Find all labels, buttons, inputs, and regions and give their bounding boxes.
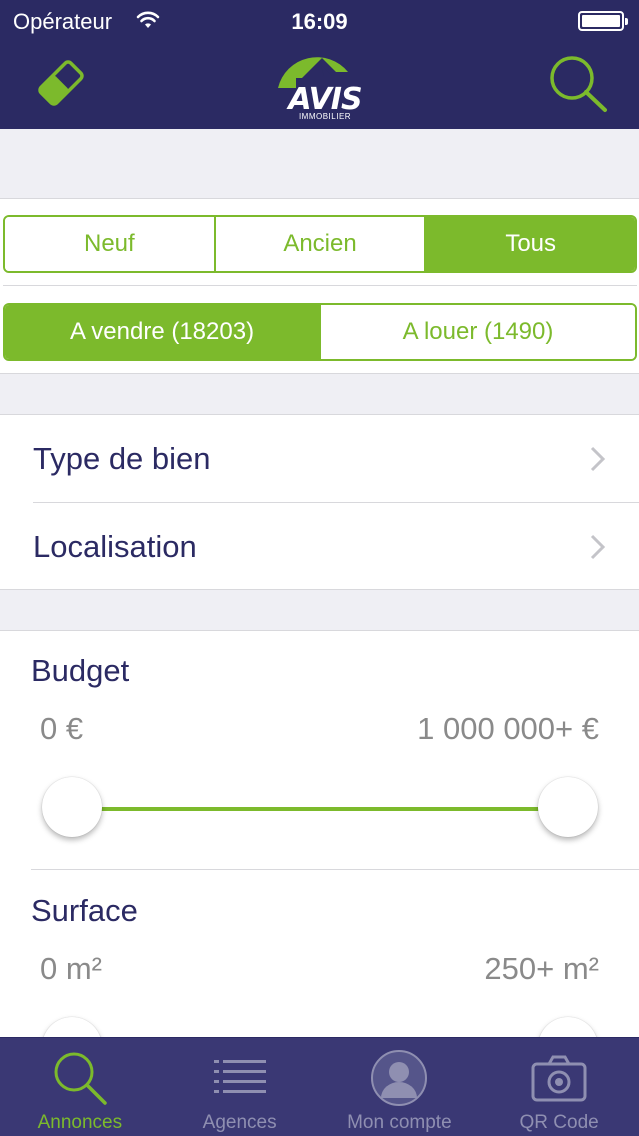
transaction-type-segment: A vendre (18203) A louer (1490) (3, 303, 637, 361)
camera-icon (531, 1055, 587, 1102)
chevron-right-icon (590, 534, 606, 560)
tab-label: QR Code (519, 1112, 599, 1133)
surface-title: Surface (31, 893, 138, 928)
range-filters: Budget 0 € 1 000 000+ € Surface 0 m² 250… (0, 630, 639, 1077)
eraser-icon (38, 60, 84, 106)
segment-tous[interactable]: Tous (424, 217, 635, 271)
transaction-filters: Neuf Ancien Tous A vendre (18203) A loue… (0, 198, 639, 374)
list-item-label: Type de bien (33, 441, 211, 476)
budget-min-handle[interactable] (42, 777, 102, 837)
tab-annonces[interactable]: Annonces (0, 1038, 160, 1136)
budget-title: Budget (31, 653, 130, 688)
project-type-segment: Neuf Ancien Tous (3, 215, 637, 273)
chevron-right-icon (590, 446, 606, 472)
list-item-localisation[interactable]: Localisation (0, 503, 639, 590)
list-item-label: Localisation (33, 529, 197, 564)
search-icon (550, 56, 607, 112)
user-icon (371, 1050, 428, 1106)
tab-bar: Annonces Agences Mon compte QR Code (0, 1037, 639, 1136)
tab-label: Mon compte (347, 1112, 452, 1133)
tab-agences[interactable]: Agences (160, 1038, 320, 1136)
segment-a-vendre[interactable]: A vendre (18203) (5, 305, 319, 359)
tab-label: Annonces (37, 1112, 123, 1133)
segment-divider (3, 285, 637, 286)
segment-a-louer[interactable]: A louer (1490) (319, 305, 635, 359)
segment-neuf[interactable]: Neuf (5, 217, 214, 271)
reset-filters-button[interactable] (30, 52, 92, 114)
status-bar: Opérateur 16:09 (0, 0, 639, 40)
battery-icon (578, 11, 628, 31)
status-time: 16:09 (291, 9, 348, 34)
surface-min-value: 0 m² (40, 951, 102, 986)
search-button[interactable] (545, 52, 611, 114)
logo-subtext: IMMOBILIER (298, 112, 352, 121)
app-header: Opérateur 16:09 AVIS IMMOBILIER (0, 0, 639, 129)
segment-ancien[interactable]: Ancien (213, 217, 425, 271)
budget-max-value: 1 000 000+ € (417, 711, 599, 746)
tab-label: Agences (202, 1112, 277, 1133)
criteria-list: Type de bien Localisation (0, 414, 639, 590)
search-icon (54, 1052, 107, 1105)
budget-slider[interactable] (40, 777, 600, 841)
list-icon (213, 1060, 266, 1093)
brand-logo: AVIS IMMOBILIER (272, 42, 368, 124)
tab-qr-code[interactable]: QR Code (479, 1038, 639, 1136)
list-item-type-de-bien[interactable]: Type de bien (0, 415, 639, 503)
divider (31, 869, 639, 870)
surface-max-value: 250+ m² (484, 951, 599, 986)
budget-slider-track (72, 807, 568, 811)
tab-mon-compte[interactable]: Mon compte (320, 1038, 480, 1136)
budget-max-handle[interactable] (538, 777, 598, 837)
budget-min-value: 0 € (40, 711, 84, 746)
